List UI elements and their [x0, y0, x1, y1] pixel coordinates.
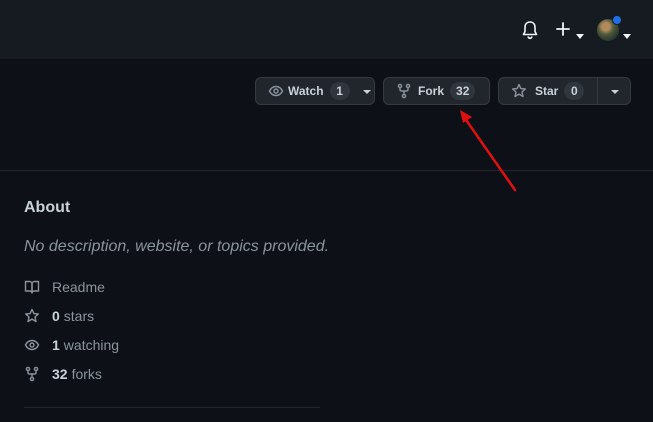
fork-count: 32 — [450, 82, 476, 100]
section-divider — [0, 170, 653, 171]
star-label: Star — [535, 84, 559, 98]
stars-count: 0 — [52, 308, 60, 324]
readme-link[interactable]: Readme — [24, 277, 105, 297]
watching-count: 1 — [52, 337, 60, 353]
star-count: 0 — [564, 82, 585, 100]
caret-down-icon[interactable] — [360, 84, 374, 98]
watch-button[interactable]: Watch 1 — [255, 77, 375, 105]
star-icon — [511, 83, 527, 99]
eye-icon — [268, 83, 284, 99]
fork-label: Fork — [418, 84, 445, 98]
watch-label: Watch — [288, 84, 324, 98]
book-icon — [24, 279, 40, 295]
notification-dot — [612, 15, 622, 25]
watch-count: 1 — [329, 82, 350, 100]
section-rule — [24, 407, 320, 408]
watching-link[interactable]: 1 watching — [24, 335, 119, 355]
forks-count: 32 — [52, 366, 68, 382]
about-heading: About — [24, 199, 71, 216]
user-menu[interactable] — [597, 15, 633, 42]
forks-link[interactable]: 32 forks — [24, 364, 102, 384]
readme-label: Readme — [52, 279, 105, 295]
eye-icon — [24, 337, 40, 353]
button-divider — [597, 78, 598, 104]
fork-icon — [396, 83, 412, 99]
about-description: No description, website, or topics provi… — [24, 238, 330, 255]
stars-label: stars — [63, 308, 95, 324]
annotation-arrow — [460, 110, 517, 192]
star-icon — [24, 308, 40, 324]
caret-down-icon[interactable] — [608, 84, 622, 98]
create-new-dropdown[interactable] — [555, 20, 587, 40]
global-header — [0, 0, 653, 59]
caret-down-icon — [575, 27, 585, 39]
caret-down-icon — [622, 27, 632, 39]
fork-icon — [24, 366, 40, 382]
watching-label: watching — [63, 337, 120, 353]
forks-label: forks — [71, 366, 102, 382]
plus-icon — [555, 21, 571, 37]
bell-icon[interactable] — [521, 20, 539, 40]
stars-link[interactable]: 0 stars — [24, 306, 94, 326]
